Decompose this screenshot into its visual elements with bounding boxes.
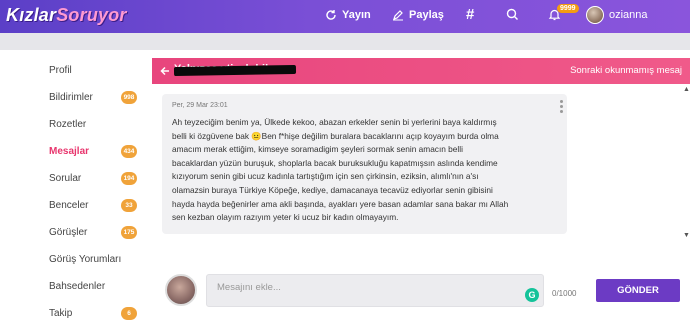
sidebar-item-label: Bildirimler xyxy=(49,91,93,103)
sidebar-item-label: Görüş Yorumları xyxy=(49,253,122,265)
sidebar-item-benceler[interactable]: Benceler 33 xyxy=(49,195,139,215)
avatar xyxy=(586,6,604,24)
message-line: amacım merak ettiğim, kimseye soramadigi… xyxy=(172,144,463,155)
sidebar-item-profil[interactable]: Profil xyxy=(49,60,139,80)
message-line: olamazsin buraya Türkiye Köpeğe, kediye,… xyxy=(172,184,493,195)
grammar-check-icon[interactable]: G xyxy=(525,288,539,302)
site-logo[interactable]: KızlarSoruyor xyxy=(6,5,127,26)
message-thread: Per, 29 Mar 23:01 Ah teyzeciğim benim ya… xyxy=(152,84,690,254)
top-subband xyxy=(0,33,690,50)
sidebar-item-sorular[interactable]: Sorular 194 xyxy=(49,168,139,188)
message-line: Ah teyzeciğim benim ya, Ülkede kekoo, ab… xyxy=(172,117,497,127)
sidebar-item-takip[interactable]: Takip 6 xyxy=(49,303,139,321)
conversation-header: Yalnızca ytisch bik Sonraki okunmamış me… xyxy=(152,58,690,84)
scroll-up-arrow-icon[interactable]: ▲ xyxy=(683,86,690,93)
redaction-bar xyxy=(173,64,297,77)
notifications-badge: 9999 xyxy=(557,4,579,13)
search-icon xyxy=(506,8,518,20)
user-menu[interactable]: ozianna xyxy=(586,6,648,24)
message-bubble: Per, 29 Mar 23:01 Ah teyzeciğim benim ya… xyxy=(162,94,567,234)
sidebar-item-gorusler[interactable]: Görüşler 175 xyxy=(49,222,139,242)
refresh-icon xyxy=(326,10,336,20)
sidebar: Profil Bildirimler 998 Rozetler Mesajlar… xyxy=(0,50,150,321)
pencil-icon xyxy=(393,10,403,21)
message-timestamp: Per, 29 Mar 23:01 xyxy=(172,102,228,109)
count-badge: 434 xyxy=(121,144,137,158)
message-composer: Mesajını ekle... G 0/1000 GÖNDER xyxy=(152,262,690,321)
message-text: Ah teyzeciğim benim ya, Ülkede kekoo, ab… xyxy=(172,116,557,225)
message-line: sen kezban olayım razıyım yeter ki ucuz … xyxy=(172,212,399,223)
sidebar-item-mesajlar[interactable]: Mesajlar 434 xyxy=(49,141,139,161)
sidebar-item-gorus-yorumlari[interactable]: Görüş Yorumları xyxy=(49,249,139,269)
nav-yayin-label: Yayın xyxy=(342,9,371,21)
logo-text-part2: Soruyor xyxy=(56,5,127,25)
sidebar-item-bahsedenler[interactable]: Bahsedenler xyxy=(49,276,139,296)
avatar xyxy=(165,274,197,306)
sidebar-item-label: Rozetler xyxy=(49,118,87,130)
sidebar-item-label: Takip xyxy=(49,307,73,319)
message-line: hayda hayda beğenirler ama akli başında,… xyxy=(172,198,509,209)
sidebar-item-label: Görüşler xyxy=(49,226,88,238)
count-badge: 998 xyxy=(121,90,137,104)
logo-text-part1: Kızlar xyxy=(6,5,57,25)
count-badge: 194 xyxy=(121,171,137,185)
sidebar-item-label: Bahsedenler xyxy=(49,280,106,292)
kebab-menu-icon[interactable] xyxy=(560,100,563,115)
character-counter: 0/1000 xyxy=(552,289,577,298)
next-unread-link[interactable]: Sonraki okunmamış mesaj xyxy=(570,65,682,76)
message-line: belli ki özgüvene bak 😐Ben f*hişe değili… xyxy=(172,130,499,141)
sidebar-item-label: Mesajlar xyxy=(49,145,90,157)
message-line: kızıyorum senin gibi ucuz kadınla tartış… xyxy=(172,171,479,182)
username: ozianna xyxy=(609,9,648,21)
sidebar-item-label: Sorular xyxy=(49,172,82,184)
message-line: bacaklardan yüzün buruşuk, shoplarla bac… xyxy=(172,157,498,168)
nav-paylas[interactable]: Paylaş xyxy=(392,9,444,21)
sidebar-item-label: Benceler xyxy=(49,199,89,211)
send-button[interactable]: GÖNDER xyxy=(596,279,680,302)
scroll-down-arrow-icon[interactable]: ▼ xyxy=(683,232,690,239)
hashtag-icon[interactable]: # xyxy=(466,6,474,23)
back-arrow-icon[interactable] xyxy=(160,66,170,76)
sidebar-item-rozetler[interactable]: Rozetler xyxy=(49,114,139,134)
sidebar-item-label: Profil xyxy=(49,64,72,76)
nav-yayin[interactable]: Yayın xyxy=(325,9,371,21)
top-navbar: KızlarSoruyor Yayın Paylaş # 9999 oziann… xyxy=(0,0,690,33)
nav-paylas-label: Paylaş xyxy=(409,9,444,21)
count-badge: 175 xyxy=(121,225,137,239)
search-button[interactable] xyxy=(506,8,524,21)
count-badge: 6 xyxy=(121,306,137,320)
sidebar-item-bildirimler[interactable]: Bildirimler 998 xyxy=(49,87,139,107)
count-badge: 33 xyxy=(121,198,137,212)
message-input[interactable]: Mesajını ekle... xyxy=(206,274,544,307)
